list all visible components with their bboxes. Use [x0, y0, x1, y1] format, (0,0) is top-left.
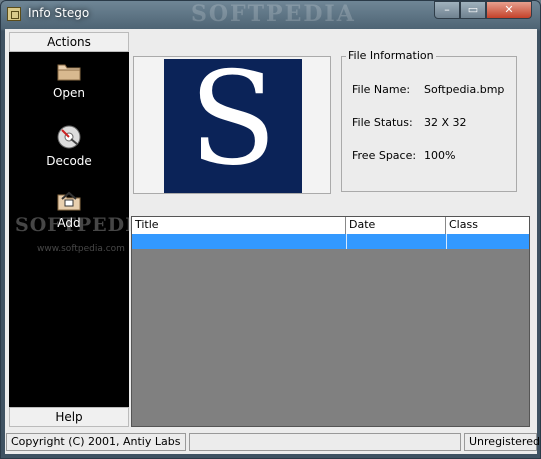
- table-row[interactable]: [132, 234, 529, 249]
- window-title: Info Stego: [28, 6, 90, 20]
- image-preview: S: [164, 45, 302, 194]
- file-status-label: File Status:: [352, 116, 413, 129]
- status-registration: Unregistered: [464, 433, 540, 451]
- actions-header: Actions: [9, 32, 129, 52]
- open-label: Open: [52, 86, 86, 100]
- open-action[interactable]: Open: [9, 60, 129, 100]
- preview-letter: S: [189, 45, 277, 194]
- help-button[interactable]: Help: [9, 407, 129, 427]
- file-information-group: File Information File Name: Softpedia.bm…: [341, 49, 517, 192]
- folder-icon: [57, 64, 81, 81]
- watermark: SOFTPEDIA: [191, 1, 356, 27]
- status-bar: Copyright (C) 2001, Antiy Labs Unregiste…: [5, 431, 540, 452]
- decode-action[interactable]: Decode: [9, 124, 129, 168]
- free-space-label: Free Space:: [352, 149, 417, 162]
- file-status-value: 32 X 32: [424, 116, 467, 129]
- add-folder-icon: [57, 191, 81, 211]
- file-name-value: Softpedia.bmp: [424, 83, 505, 96]
- table-header: Title Date Class: [132, 217, 529, 235]
- file-name-label: File Name:: [352, 83, 411, 96]
- message-table[interactable]: Title Date Class: [131, 216, 530, 427]
- minimize-button[interactable]: –: [434, 1, 460, 19]
- status-copyright: Copyright (C) 2001, Antiy Labs: [6, 433, 186, 451]
- app-icon[interactable]: [7, 7, 21, 21]
- decode-label: Decode: [46, 154, 92, 168]
- close-button[interactable]: ✕: [486, 1, 532, 19]
- free-space-value: 100%: [424, 149, 456, 162]
- column-title[interactable]: Title: [132, 217, 346, 234]
- status-middle: [189, 433, 461, 451]
- title-bar[interactable]: Info Stego SOFTPEDIA – ▭ ✕: [1, 1, 540, 29]
- image-preview-frame: S: [133, 45, 331, 194]
- actions-panel: Open Decode Add SOFTPEDIA www.softpedia.…: [9, 52, 150, 407]
- file-information-legend: File Information: [346, 49, 436, 62]
- app-window: Info Stego SOFTPEDIA – ▭ ✕ Actions Open: [0, 0, 541, 459]
- panel-watermark-url: www.softpedia.com: [37, 244, 125, 254]
- column-class[interactable]: Class: [446, 217, 529, 234]
- decode-disc-icon: [57, 125, 81, 149]
- column-date[interactable]: Date: [346, 217, 446, 234]
- client-area: Actions Open Decode Add SOFTPEDIA www.so…: [5, 29, 540, 454]
- maximize-button[interactable]: ▭: [460, 1, 486, 19]
